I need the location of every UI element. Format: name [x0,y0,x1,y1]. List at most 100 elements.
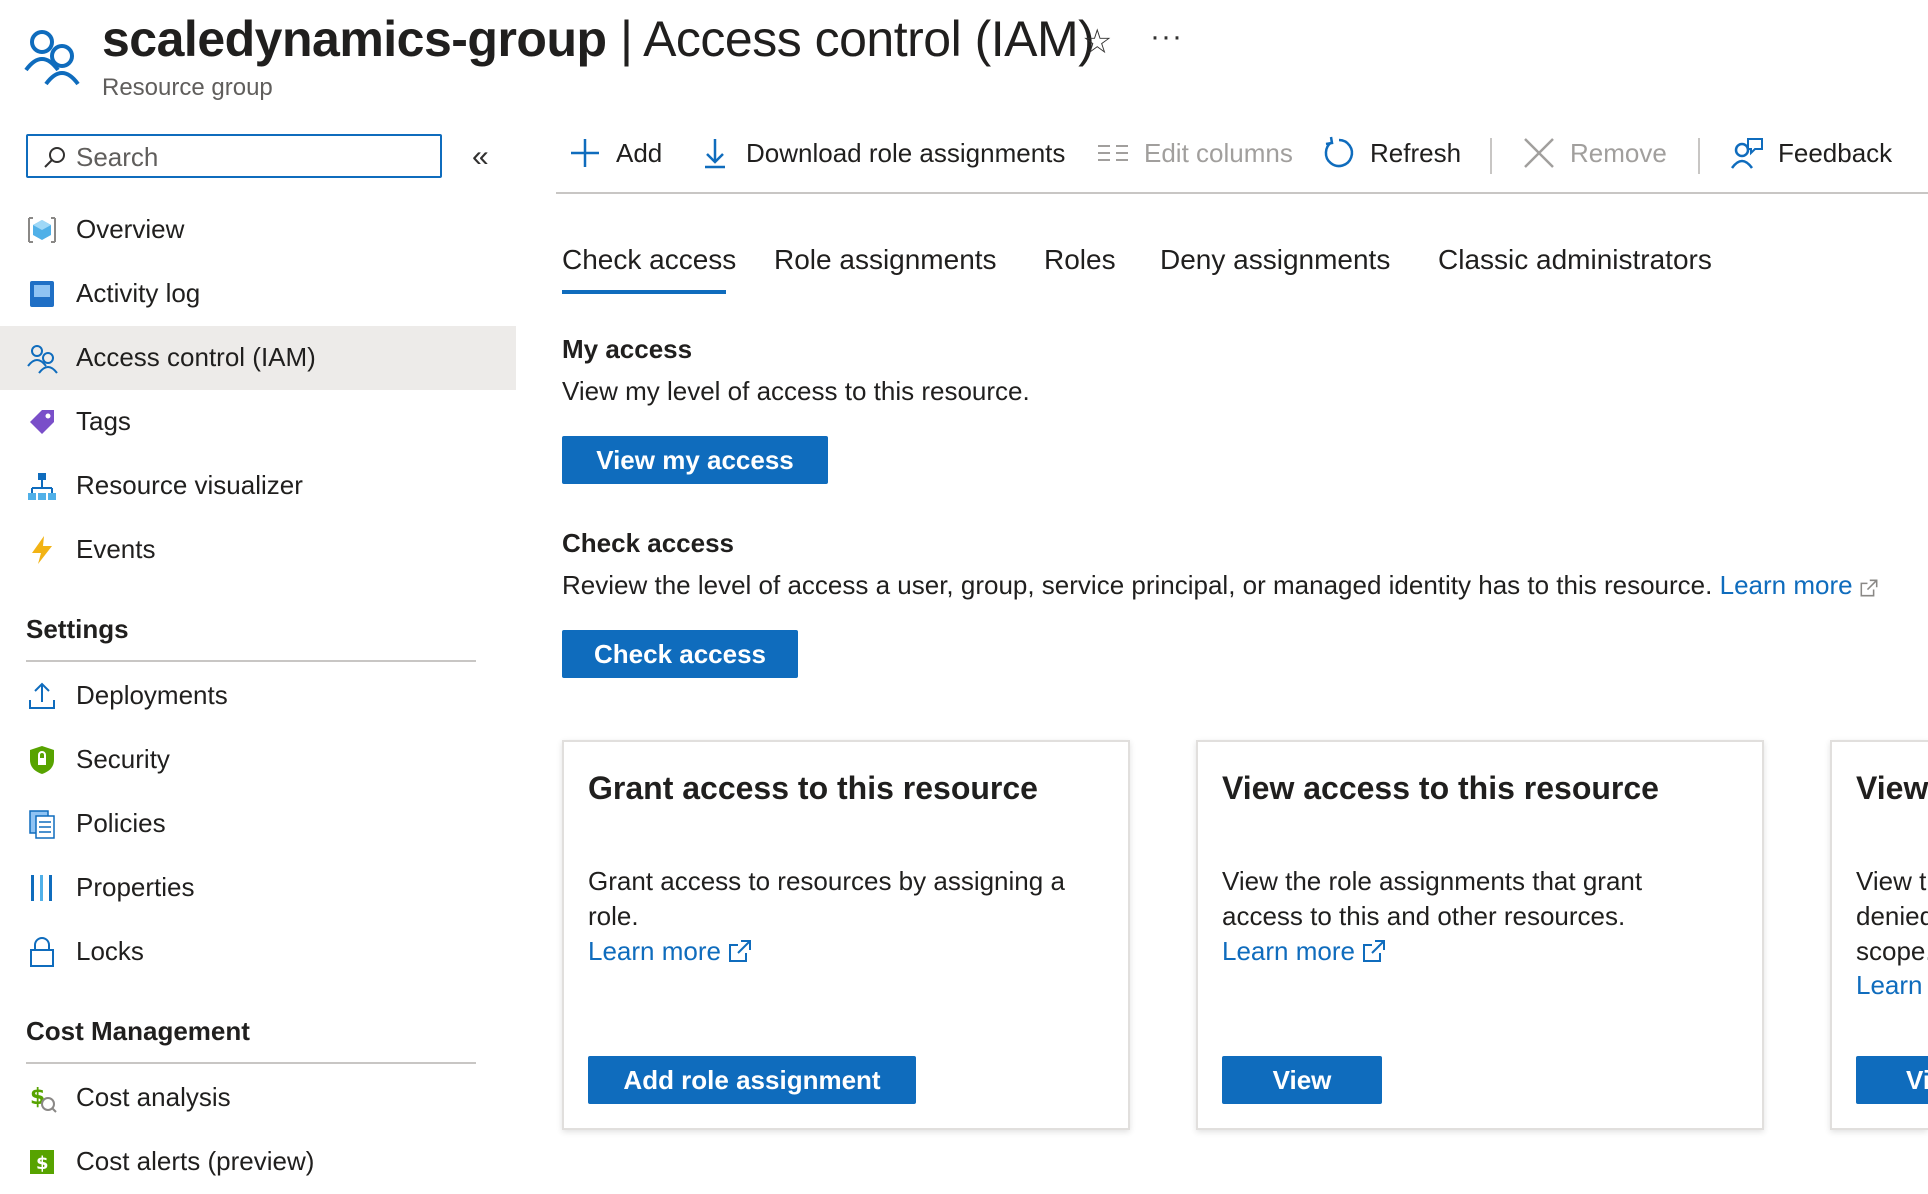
sidebar-item-resource-visualizer[interactable]: Resource visualizer [0,454,516,518]
feedback-person-icon [1730,138,1763,169]
sidebar-item-deployments[interactable]: Deployments [0,664,516,728]
sidebar-item-overview[interactable]: Overview [0,198,516,262]
page-title-section: Access control (IAM) [643,11,1095,67]
lock-icon [30,937,54,967]
sidebar-item-events[interactable]: Events [0,518,516,582]
sidebar-item-cost-analysis[interactable]: $ Cost analysis [0,1066,516,1130]
page-title-separator: | [606,11,644,67]
policy-icon [29,810,55,839]
sidebar-item-tags[interactable]: Tags [0,390,516,454]
add-role-assignment-button[interactable]: Add role assignment [588,1056,916,1104]
view-button[interactable]: View [1222,1056,1382,1104]
sidebar-item-label: Policies [76,808,166,838]
search-input[interactable] [76,142,426,172]
sidebar-item-label: Access control (IAM) [76,342,316,372]
sidebar-item-label: Events [76,534,156,564]
check-access-learn-more-link[interactable]: Learn more [1720,570,1879,600]
tag-icon [30,410,54,434]
svg-text:$: $ [36,1153,49,1174]
collapse-sidebar-icon[interactable]: « [472,140,489,174]
tab-roles[interactable]: Roles [1044,244,1116,276]
close-icon [1524,138,1554,168]
my-access-title: My access [562,334,693,364]
tab-deny-assignments[interactable]: Deny assignments [1160,244,1390,276]
refresh-button[interactable]: Refresh [1322,136,1461,170]
sidebar-item-security[interactable]: Security [0,728,516,792]
check-access-description: Review the level of access a user, group… [562,570,1879,601]
sidebar-item-locks[interactable]: Locks [0,920,516,984]
add-label: Add [616,137,663,168]
lightning-icon [32,536,52,564]
favorite-star-icon[interactable]: ☆ [1082,22,1112,62]
edit-columns-label: Edit columns [1144,137,1293,168]
sidebar-item-label: Security [76,744,170,774]
sidebar-item-cost-alerts[interactable]: $ Cost alerts (preview) [0,1130,516,1194]
active-tab-indicator [562,290,726,294]
sidebar-search[interactable] [26,134,442,178]
card-learn-more-link[interactable]: Learn more [1222,936,1387,967]
external-link-icon [1362,940,1385,962]
learn-more-label: Learn more [1222,936,1355,966]
sidebar-item-policies[interactable]: Policies [0,792,516,856]
tab-role-assignments[interactable]: Role assignments [774,244,997,276]
cost-analysis-icon: $ [30,1085,57,1113]
card-description: Grant access to resources by assigning a… [588,866,1065,931]
feedback-button[interactable]: Feedback [1730,136,1892,170]
resource-group-cube-icon [28,217,56,243]
more-options-icon[interactable]: ··· [1150,20,1183,54]
sidebar-item-label: Deployments [76,680,228,710]
page-title-resource: scaledynamics-group [102,11,607,67]
plus-icon [571,139,599,167]
sidebar-item-properties[interactable]: Properties [0,856,516,920]
card-description: View t denied scope. [1856,866,1928,966]
refresh-icon [1324,136,1354,168]
search-icon [44,147,65,168]
section-divider [26,1062,476,1064]
sidebar-item-label: Locks [76,936,144,966]
card-title: Grant access to this resource [588,770,1038,806]
external-link-icon [1860,579,1878,597]
card-learn-more-link[interactable]: Learn more [588,936,753,967]
hierarchy-icon [28,473,56,500]
sidebar-item-label: Overview [76,214,185,244]
refresh-label: Refresh [1370,137,1462,168]
upload-icon [29,682,55,709]
card-title: View [1856,770,1928,806]
sidebar-item-label: Tags [76,406,131,436]
sidebar-item-label: Properties [76,872,195,902]
check-access-description-text: Review the level of access a user, group… [562,570,1713,600]
view-deny-button[interactable]: Vi [1856,1056,1928,1104]
remove-label: Remove [1570,137,1667,168]
remove-button[interactable]: Remove [1522,136,1667,170]
download-role-assignments-button[interactable]: Download role assignments [698,136,1065,170]
sidebar-item-label: Cost analysis [76,1082,231,1112]
sidebar-item-access-control[interactable]: Access control (IAM) [0,326,516,390]
add-button[interactable]: Add [568,136,662,170]
page-subtitle: Resource group [102,74,273,101]
view-deny-assignments-card: View View t denied scope. Learn Vi [1830,740,1928,1130]
my-access-description: View my level of access to this resource… [562,376,1030,406]
card-description: View the role assignments that grant acc… [1222,866,1643,931]
tab-classic-administrators[interactable]: Classic administrators [1438,244,1712,276]
toolbar-separator [1698,138,1700,174]
page-title: scaledynamics-group | Access control (IA… [102,10,1095,68]
view-my-access-button[interactable]: View my access [562,436,828,484]
shield-icon [30,746,54,774]
view-access-card: View access to this resource View the ro… [1196,740,1764,1130]
feedback-label: Feedback [1778,137,1893,168]
columns-icon [1098,145,1128,161]
check-access-button[interactable]: Check access [562,630,798,678]
edit-columns-button[interactable]: Edit columns [1096,136,1293,170]
learn-more-label: Learn more [1719,570,1853,600]
check-access-title: Check access [562,528,735,558]
people-icon [27,345,58,374]
learn-more-label: Learn more [588,936,721,966]
download-label: Download role assignments [746,137,1066,168]
cost-alerts-icon: $ [30,1150,54,1174]
toolbar-separator [1490,138,1492,174]
tab-check-access[interactable]: Check access [562,244,736,276]
sidebar-item-label: Cost alerts (preview) [76,1146,315,1176]
sidebar-item-activity-log[interactable]: Activity log [0,262,516,326]
card-learn-more-link[interactable]: Learn [1856,970,1923,1001]
download-icon [705,139,725,169]
